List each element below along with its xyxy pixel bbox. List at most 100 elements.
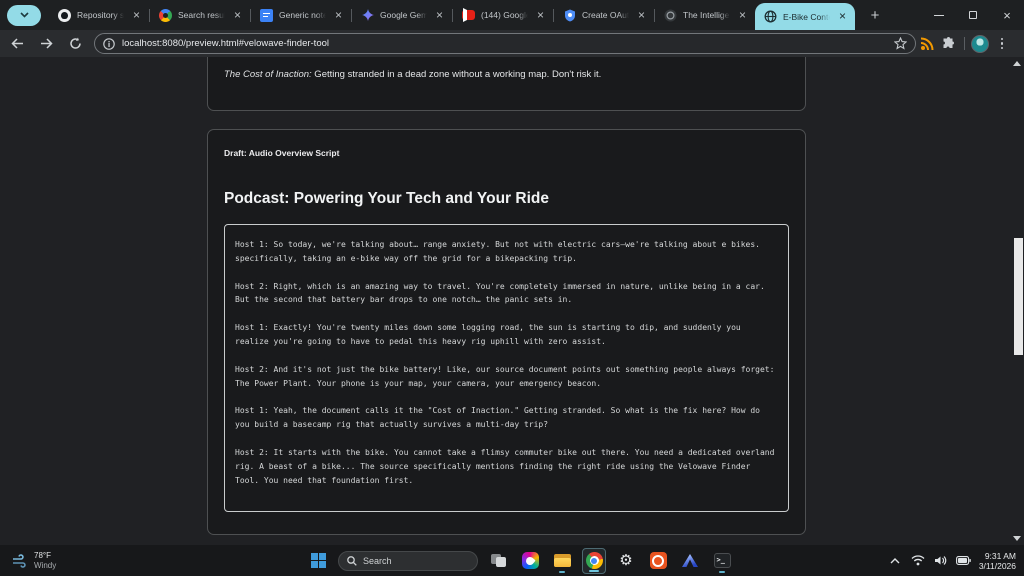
rss-icon xyxy=(920,37,934,51)
wifi-button[interactable] xyxy=(910,553,926,569)
maximize-button[interactable] xyxy=(956,0,990,30)
tab-close-icon[interactable]: × xyxy=(736,9,749,22)
tab-google-gemini[interactable]: Google Gemini × xyxy=(352,0,452,30)
taskbar-weather-widget[interactable]: 78°F Windy xyxy=(12,551,132,570)
scrollbar-thumb[interactable] xyxy=(1014,238,1023,355)
copilot-button[interactable] xyxy=(518,548,542,574)
draft-badge: Draft: Audio Overview Script xyxy=(224,148,789,158)
bookmark-star-icon[interactable] xyxy=(894,37,907,50)
terminal-button[interactable]: >_ xyxy=(710,548,734,574)
rss-extension-button[interactable] xyxy=(916,33,938,55)
speaker-icon xyxy=(934,555,947,566)
chrome-icon xyxy=(586,552,603,569)
weather-condition: Windy xyxy=(34,561,56,570)
tab-repository-search[interactable]: Repository searc × xyxy=(49,0,149,30)
wifi-icon xyxy=(911,555,925,566)
windows-logo-icon xyxy=(311,553,326,568)
battery-button[interactable] xyxy=(956,553,972,569)
tray-overflow-button[interactable] xyxy=(887,553,903,569)
site-info-icon[interactable] xyxy=(103,38,115,50)
transcript-box: Host 1: So today, we're talking about… r… xyxy=(224,224,789,512)
windows-taskbar: 78°F Windy Search ⚙ >_ 9:31 AM xyxy=(0,545,1024,576)
task-view-button[interactable] xyxy=(486,548,510,574)
audio-overview-card: Draft: Audio Overview Script Podcast: Po… xyxy=(207,129,806,535)
scrollbar-up-arrow[interactable] xyxy=(1013,61,1021,66)
tab-google-workspace-youtube[interactable]: (144) Google Wo × xyxy=(453,0,553,30)
transcript-paragraph: Host 1: Exactly! You're twenty miles dow… xyxy=(235,321,778,349)
tab-close-icon[interactable]: × xyxy=(635,9,648,22)
toolbar-separator xyxy=(964,37,965,50)
tab-label: Google Gemini xyxy=(380,10,427,20)
settings-button[interactable]: ⚙ xyxy=(614,548,638,574)
browser-toolbar: localhost:8080/preview.html#velowave-fin… xyxy=(0,30,1024,57)
tab-ebike-content-active[interactable]: E-Bike Content F × xyxy=(755,3,855,30)
back-arrow-icon xyxy=(11,38,24,49)
tab-strip: Repository searc × Search results - C × … xyxy=(49,0,855,30)
settings-gear-icon: ⚙ xyxy=(619,553,632,568)
chevron-down-icon xyxy=(20,12,29,18)
transcript-paragraph: Host 1: So today, we're talking about… r… xyxy=(235,238,778,266)
tab-label: Repository searc xyxy=(77,10,124,20)
task-view-icon xyxy=(491,554,506,567)
tab-label: E-Bike Content F xyxy=(783,12,830,22)
minimize-icon xyxy=(934,15,944,16)
battery-icon xyxy=(956,556,971,565)
tab-close-icon[interactable]: × xyxy=(433,9,446,22)
profile-button[interactable] xyxy=(969,33,991,55)
tab-label: Generic notepad xyxy=(279,10,326,20)
tab-close-icon[interactable]: × xyxy=(231,9,244,22)
url-text[interactable]: localhost:8080/preview.html#velowave-fin… xyxy=(122,38,894,49)
tab-search-results[interactable]: Search results - C × xyxy=(150,0,250,30)
tab-search-button[interactable] xyxy=(7,5,41,26)
oauth-shield-favicon-icon xyxy=(563,9,576,22)
file-explorer-button[interactable] xyxy=(550,548,574,574)
tab-generic-notepad[interactable]: Generic notepad × xyxy=(251,0,351,30)
back-button[interactable] xyxy=(5,32,29,56)
close-window-button[interactable]: × xyxy=(990,0,1024,30)
peak-app-button[interactable] xyxy=(678,548,702,574)
tab-close-icon[interactable]: × xyxy=(836,10,849,23)
profile-avatar xyxy=(971,35,989,53)
browser-titlebar: Repository searc × Search results - C × … xyxy=(0,0,1024,30)
volume-button[interactable] xyxy=(933,553,949,569)
tab-the-intelligent[interactable]: The Intelligent G × xyxy=(655,0,755,30)
tab-close-icon[interactable]: × xyxy=(534,9,547,22)
puzzle-piece-icon xyxy=(942,37,956,51)
weather-text: 78°F Windy xyxy=(34,551,56,570)
taskbar-clock[interactable]: 9:31 AM 3/11/2026 xyxy=(979,551,1016,571)
copilot-icon xyxy=(522,552,539,569)
forward-arrow-icon xyxy=(40,38,53,49)
address-bar[interactable]: localhost:8080/preview.html#velowave-fin… xyxy=(94,33,916,54)
chrome-button[interactable] xyxy=(582,548,606,574)
tab-label: Create OAuth cli xyxy=(582,10,629,20)
tab-label: (144) Google Wo xyxy=(481,10,528,20)
tab-close-icon[interactable]: × xyxy=(332,9,345,22)
system-tray: 9:31 AM 3/11/2026 xyxy=(887,551,1016,571)
extensions-button[interactable] xyxy=(938,33,960,55)
tab-close-icon[interactable]: × xyxy=(130,9,143,22)
page-viewport: The Cost of Inaction: Getting stranded i… xyxy=(0,57,1024,545)
search-icon xyxy=(347,556,357,566)
forward-button[interactable] xyxy=(34,32,58,56)
tab-label: Search results - C xyxy=(178,10,225,20)
tab-create-oauth-client[interactable]: Create OAuth cli × xyxy=(554,0,654,30)
minimize-button[interactable] xyxy=(922,0,956,30)
cost-of-inaction-text: The Cost of Inaction: Getting stranded i… xyxy=(224,69,601,80)
reload-button[interactable] xyxy=(63,32,87,56)
dark-circle-favicon-icon xyxy=(664,9,677,22)
taskbar-search-box[interactable]: Search xyxy=(338,551,478,571)
search-placeholder: Search xyxy=(363,556,392,566)
ubuntu-button[interactable] xyxy=(646,548,670,574)
cost-of-inaction-card: The Cost of Inaction: Getting stranded i… xyxy=(207,57,806,111)
windy-weather-icon xyxy=(12,554,28,568)
scrollbar-down-arrow[interactable] xyxy=(1013,536,1021,541)
browser-menu-button[interactable] xyxy=(991,33,1013,55)
gemini-favicon-icon xyxy=(361,9,374,22)
transcript-paragraph: Host 2: Right, which is an amazing way t… xyxy=(235,280,778,308)
google-favicon-icon xyxy=(159,9,172,22)
mountain-a-icon xyxy=(682,554,698,567)
taskbar-center: Search ⚙ >_ xyxy=(306,548,734,574)
new-tab-button[interactable]: + xyxy=(865,7,885,24)
ubuntu-icon xyxy=(650,552,667,569)
start-button[interactable] xyxy=(306,548,330,574)
